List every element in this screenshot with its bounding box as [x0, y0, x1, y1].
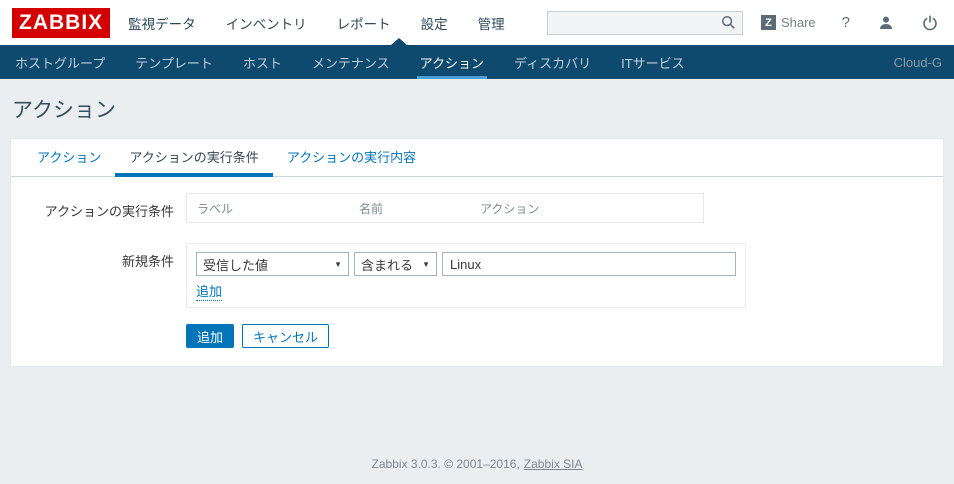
chevron-down-icon: ▼ [334, 259, 342, 269]
form-actions-spacer [11, 324, 174, 348]
tab-operations[interactable]: アクションの実行内容 [273, 139, 430, 177]
search-box [546, 10, 743, 35]
subnav-templates[interactable]: テンプレート [132, 45, 216, 79]
subnav-caret-icon [391, 38, 407, 45]
footer-copyright: Zabbix 3.0.3. © 2001–2016, [371, 457, 520, 471]
search-input[interactable] [547, 15, 721, 30]
new-condition-inputs: 受信した値 ▼ 含まれる ▼ [196, 252, 736, 276]
column-label: ラベル [197, 201, 234, 216]
zabbix-logo[interactable]: ZABBIX [12, 7, 111, 38]
condition-type-select[interactable]: 受信した値 ▼ [196, 252, 349, 276]
form-buttons: 追加 キャンセル [186, 324, 330, 348]
new-condition-row: 新規条件 受信した値 ▼ 含まれる ▼ 追加 [11, 243, 943, 308]
chevron-down-icon: ▼ [422, 259, 430, 269]
subnav-maintenance[interactable]: メンテナンス [309, 45, 393, 79]
conditions-form: アクションの実行条件 ラベル 名前 アクション 新規条件 受信した値 ▼ 含まれ… [11, 177, 943, 366]
top-bar: ZABBIX 監視データ インベントリ レポート 設定 管理 Z Share ? [0, 0, 954, 45]
condition-value-input[interactable] [442, 252, 736, 276]
subnav-host-groups[interactable]: ホストグループ [12, 45, 108, 79]
topbar-actions: Z Share ? [546, 10, 938, 35]
subnav-actions[interactable]: アクション [416, 45, 487, 79]
menu-reports[interactable]: レポート [337, 13, 391, 33]
page-title: アクション [12, 99, 116, 122]
tab-strip: アクション アクションの実行条件 アクションの実行内容 [11, 139, 943, 177]
column-action: アクション [480, 201, 540, 216]
logout-button[interactable] [922, 14, 938, 31]
condition-type-value: 受信した値 [203, 257, 269, 273]
action-edit-panel: アクション アクションの実行条件 アクションの実行内容 アクションの実行条件 ラ… [10, 138, 944, 367]
subnav-it-services[interactable]: ITサービス [618, 45, 688, 79]
add-condition-link[interactable]: 追加 [196, 284, 223, 301]
menu-inventory[interactable]: インベントリ [226, 13, 307, 33]
cancel-button[interactable]: キャンセル [242, 324, 330, 348]
user-icon [880, 16, 892, 29]
profile-button[interactable] [878, 15, 894, 31]
search-icon[interactable] [721, 15, 736, 30]
power-icon [923, 14, 937, 30]
new-condition-box: 受信した値 ▼ 含まれる ▼ 追加 [186, 243, 746, 308]
menu-administration[interactable]: 管理 [478, 13, 505, 33]
share-button[interactable]: Z Share [760, 15, 816, 30]
conditions-table-row: アクションの実行条件 ラベル 名前 アクション [11, 193, 943, 223]
subnav-hosts[interactable]: ホスト [240, 45, 285, 79]
main-menu: 監視データ インベントリ レポート 設定 管理 [128, 13, 505, 33]
conditions-table-header: ラベル 名前 アクション [186, 193, 704, 223]
context-label: Cloud-G [893, 54, 942, 70]
config-subnav: ホストグループ テンプレート ホスト メンテナンス アクション ディスカバリ I… [0, 38, 954, 79]
zabbix-share-icon: Z [760, 15, 776, 30]
tab-conditions[interactable]: アクションの実行条件 [115, 139, 273, 177]
footer-zabbix-sia-link[interactable]: Zabbix SIA [524, 457, 583, 471]
help-icon[interactable]: ? [842, 14, 850, 31]
add-button[interactable]: 追加 [186, 324, 235, 348]
operator-select[interactable]: 含まれる ▼ [354, 252, 437, 276]
subnav-discovery[interactable]: ディスカバリ [511, 45, 594, 79]
form-actions-row: 追加 キャンセル [11, 324, 943, 348]
conditions-label: アクションの実行条件 [44, 204, 174, 219]
menu-monitoring[interactable]: 監視データ [128, 13, 196, 33]
menu-configuration[interactable]: 設定 [421, 13, 448, 33]
tab-action[interactable]: アクション [23, 139, 115, 177]
new-condition-label: 新規条件 [121, 254, 174, 269]
column-name: 名前 [359, 201, 384, 216]
operator-value: 含まれる [361, 257, 414, 273]
share-label: Share [780, 15, 816, 30]
footer: Zabbix 3.0.3. © 2001–2016, Zabbix SIA [0, 457, 954, 471]
